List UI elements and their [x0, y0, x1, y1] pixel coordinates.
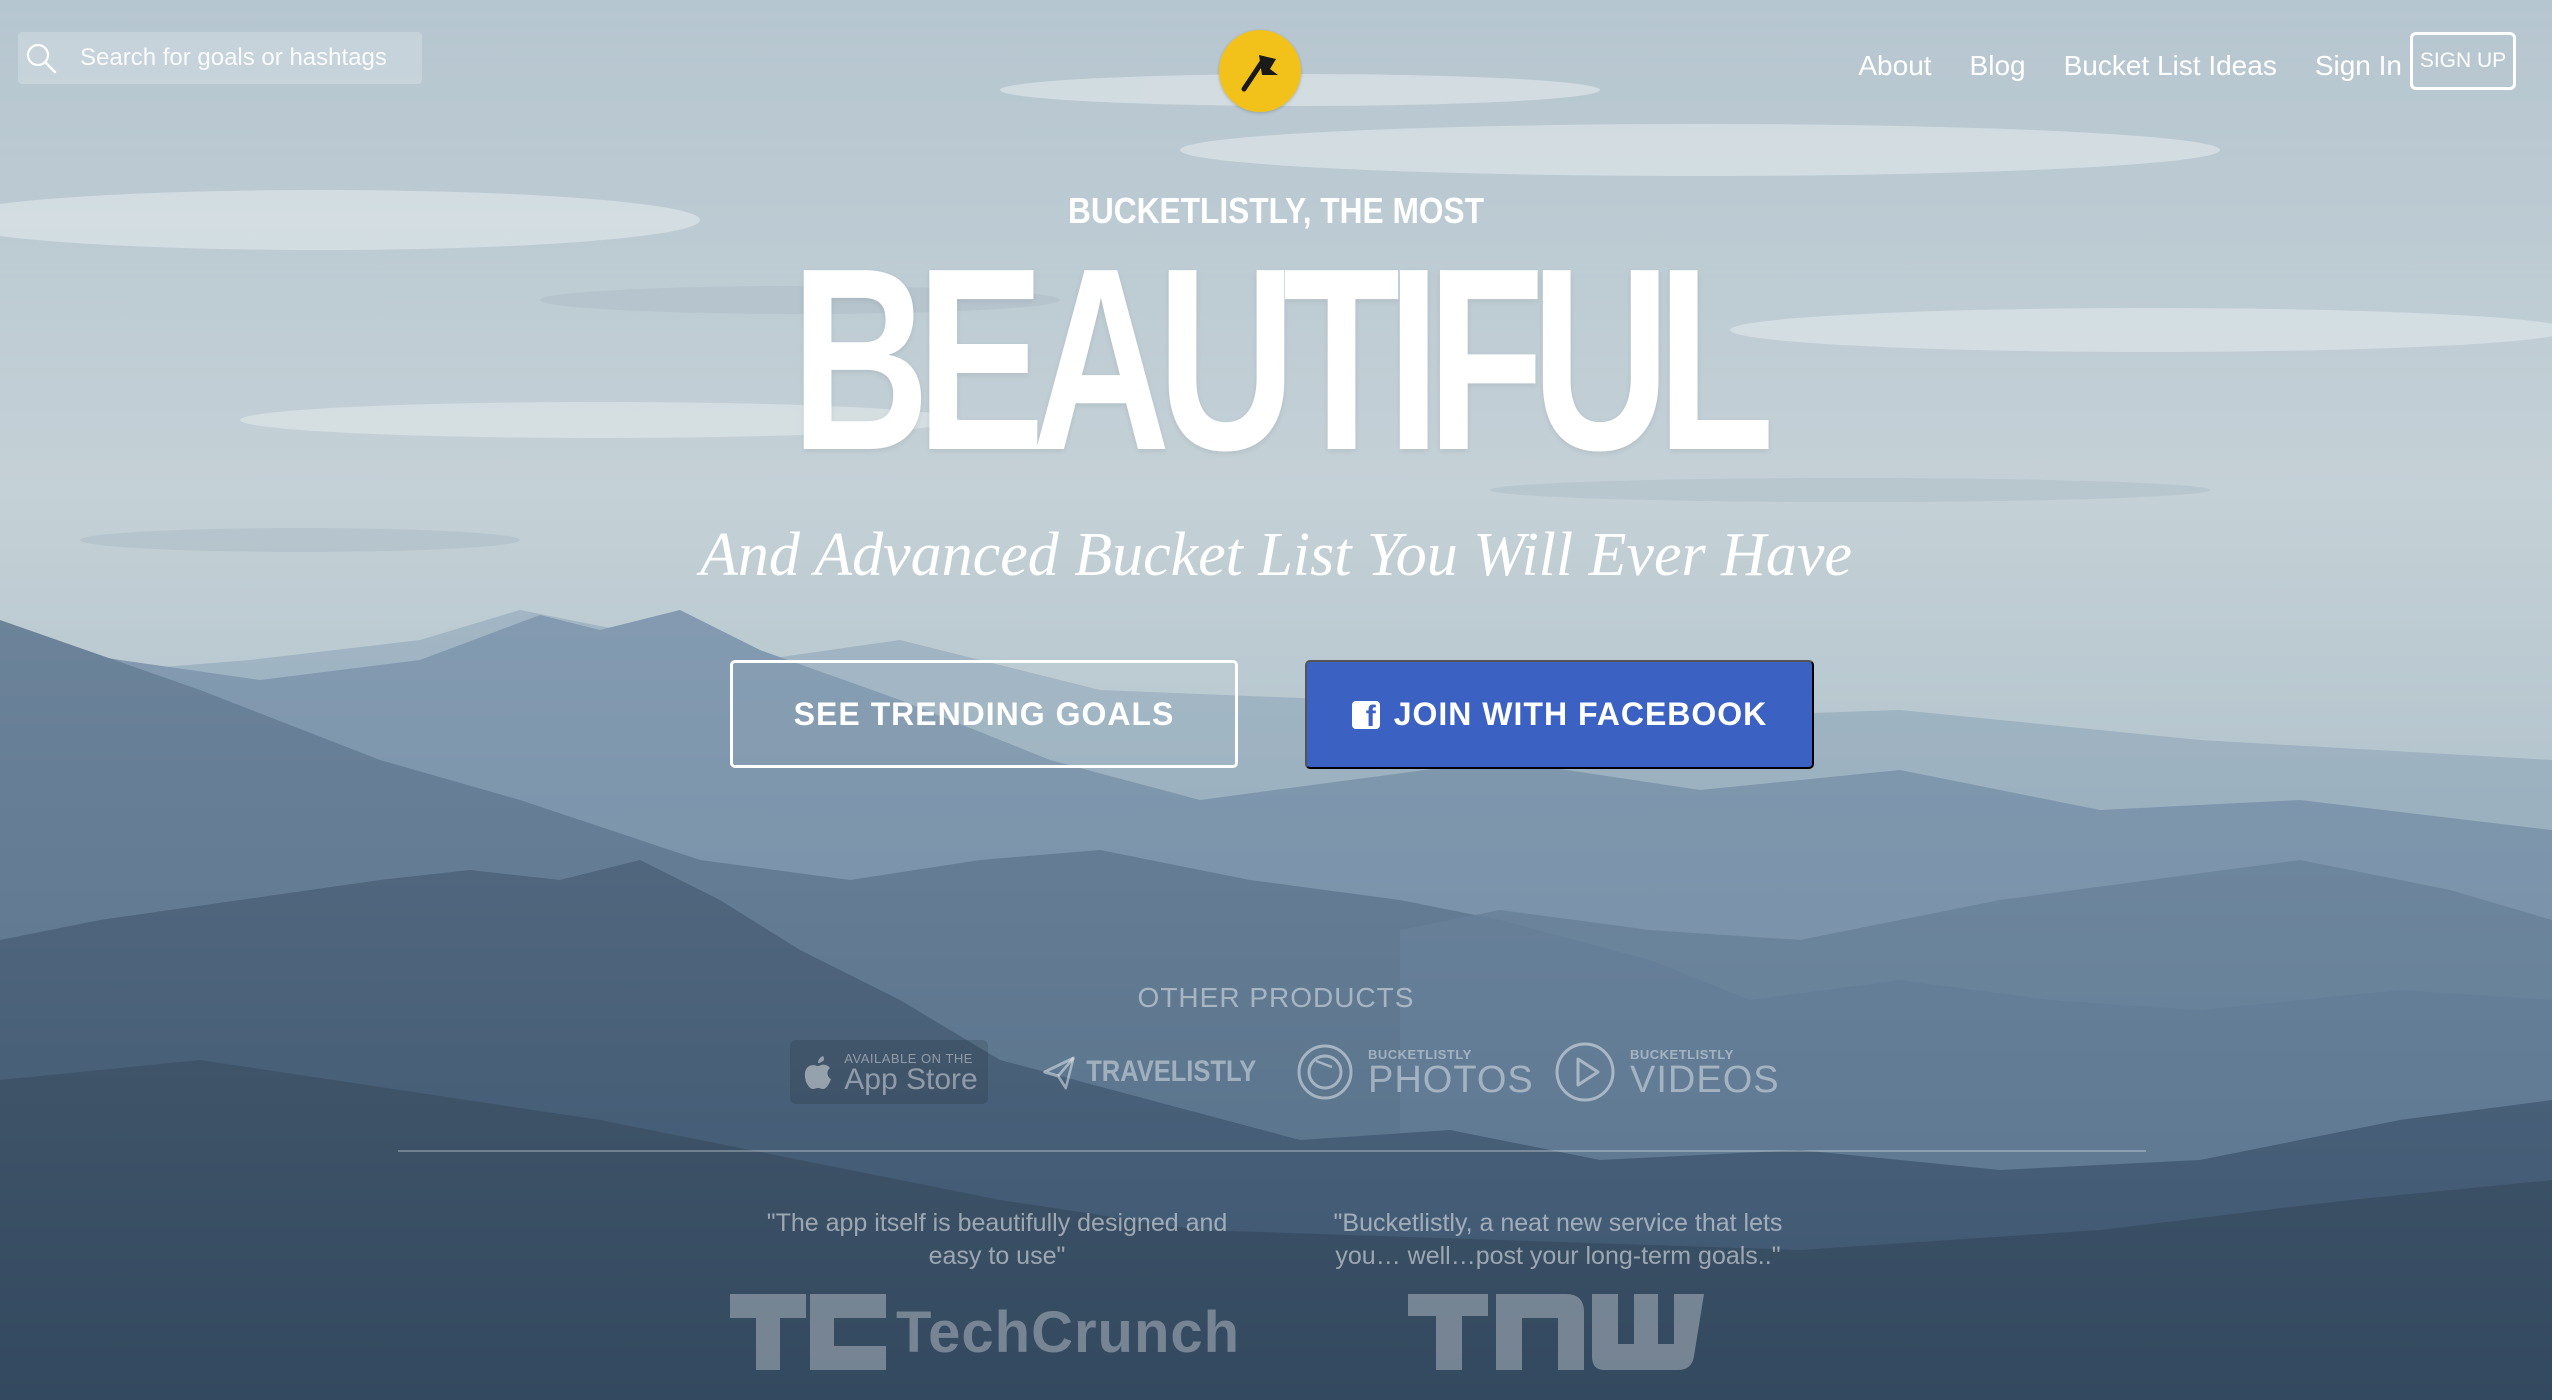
- hero-headline: BEAUTIFUL: [790, 215, 1775, 505]
- nav-about[interactable]: About: [1858, 50, 1931, 82]
- facebook-icon: f: [1351, 700, 1380, 729]
- see-trending-goals-button[interactable]: SEE TRENDING GOALS: [730, 660, 1238, 768]
- videos-label: VIDEOS: [1630, 1058, 1780, 1101]
- sign-up-button[interactable]: SIGN UP: [2410, 32, 2516, 90]
- app-store-text: App Store: [844, 1062, 978, 1096]
- tnw-mark: [1408, 1294, 1704, 1370]
- tnw-quote: "Bucketlistly, a neat new service that l…: [1333, 1209, 1783, 1270]
- travelistly-label: TRAVELISTLY: [1086, 1055, 1257, 1088]
- other-products-title: OTHER PRODUCTS: [1137, 982, 1415, 1013]
- top-nav: About Blog Bucket List Ideas Sign In: [1858, 50, 2402, 82]
- nav-sign-in[interactable]: Sign In: [2315, 50, 2402, 82]
- bucketlistly-logo[interactable]: [1219, 30, 1301, 112]
- search-input[interactable]: [78, 43, 422, 73]
- techcrunch-logo: TechCrunch: [730, 1294, 1240, 1370]
- join-with-facebook-button[interactable]: f JOIN WITH FACEBOOK: [1305, 660, 1814, 769]
- techcrunch-mark: [730, 1294, 886, 1370]
- flag-icon: [1241, 55, 1278, 92]
- app-store-badge[interactable]: AVAILABLE ON THE App Store: [790, 1040, 988, 1104]
- bucketlistly-photos-link[interactable]: BUCKETLISTLY PHOTOS: [1296, 1040, 1534, 1104]
- techcrunch-quote: "The app itself is beautifully designed …: [766, 1209, 1228, 1270]
- search-bar[interactable]: [18, 32, 422, 84]
- camera-lens-icon: [1297, 1044, 1353, 1100]
- apple-icon: [805, 1056, 832, 1089]
- travelistly-link[interactable]: TRAVELISTLY: [1042, 1040, 1256, 1104]
- nav-bucket-list-ideas[interactable]: Bucket List Ideas: [2064, 50, 2277, 82]
- paper-plane-icon: [1043, 1056, 1075, 1090]
- tnw-logo: [1408, 1294, 1704, 1375]
- search-icon: [26, 43, 57, 74]
- photos-label: PHOTOS: [1368, 1058, 1534, 1101]
- play-icon: [1555, 1042, 1615, 1102]
- nav-blog[interactable]: Blog: [1970, 50, 2026, 82]
- section-divider: [398, 1150, 2146, 1152]
- techcrunch-wordmark: TechCrunch: [896, 1299, 1241, 1365]
- facebook-button-label: JOIN WITH FACEBOOK: [1393, 696, 1768, 732]
- bucketlistly-videos-link[interactable]: BUCKETLISTLY VIDEOS: [1554, 1040, 1780, 1104]
- hero-tagline: And Advanced Bucket List You Will Ever H…: [700, 521, 1852, 589]
